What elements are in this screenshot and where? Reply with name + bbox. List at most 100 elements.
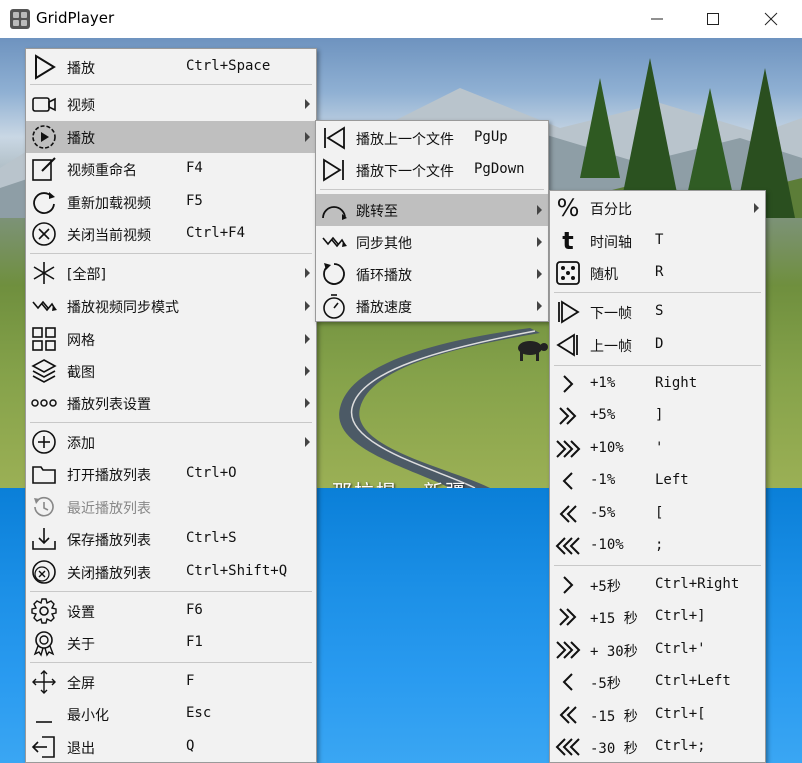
menu-item-playlist-settings[interactable]: 播放列表设置 (26, 387, 316, 419)
submenu-arrow-icon (754, 203, 759, 213)
menu-shortcut: Q (186, 738, 195, 754)
menu-label: -5秒 (590, 676, 621, 692)
menu-label: 播放下一个文件 (356, 164, 454, 180)
menu-item-next-frame[interactable]: 下一帧 S (550, 296, 765, 328)
menu-shortcut: PgDown (474, 161, 525, 177)
menu-shortcut: Ctrl+S (186, 530, 237, 546)
skip-next-icon (323, 158, 344, 182)
menu-label: 设置 (67, 605, 95, 621)
menu-item-reload-video[interactable]: 重新加载视频 F5 (26, 186, 316, 218)
menu-item-seek[interactable]: 跳转至 (316, 194, 548, 226)
menu-label: + 30秒 (590, 644, 638, 660)
menu-label: -30 秒 (590, 741, 638, 757)
menu-item-sync-others[interactable]: 同步其他 (316, 226, 548, 258)
letter-t-icon: t (562, 227, 574, 255)
menu-shortcut: F (186, 673, 195, 689)
maximize-window-button[interactable] (684, 0, 742, 38)
menu-item-seek-plus-1-percent[interactable]: +1% Right (550, 368, 765, 400)
menu-item-recent-playlists[interactable]: 最近播放列表 (26, 491, 316, 523)
menu-item-about[interactable]: 关于 F1 (26, 627, 316, 659)
menu-label: -5% (590, 505, 616, 521)
menu-shortcut: Esc (186, 705, 212, 721)
submenu-arrow-icon (537, 269, 542, 279)
menu-item-close-playlist[interactable]: 关闭播放列表 Ctrl+Shift+Q (26, 556, 316, 588)
submenu-arrow-icon (305, 99, 310, 109)
menu-item-seek-plus-5-sec[interactable]: +5秒 Ctrl+Right (550, 569, 765, 601)
submenu-arrow-icon (305, 334, 310, 344)
menu-label: 最小化 (67, 708, 109, 724)
menu-item-seek-minus-5-percent[interactable]: -5% [ (550, 498, 765, 530)
menu-item-close-video[interactable]: 关闭当前视频 Ctrl+F4 (26, 218, 316, 250)
menu-item-seek-minus-30-sec[interactable]: -30 秒 Ctrl+; (550, 731, 765, 763)
minimize-icon (651, 18, 663, 20)
grid-icon (32, 327, 56, 351)
submenu-arrow-icon (305, 301, 310, 311)
sync-arrows-icon (32, 300, 57, 312)
menu-label: 播放列表设置 (67, 397, 151, 413)
menu-item-screenshot[interactable]: 截图 (26, 355, 316, 387)
triple-chevron-left-icon (555, 537, 580, 555)
menu-item-exit[interactable]: 退出 Q (26, 731, 316, 763)
submenu-arrow-icon (305, 366, 310, 376)
menu-label: 退出 (67, 741, 95, 757)
menu-shortcut: ] (655, 407, 664, 423)
menu-label: -1% (590, 472, 616, 488)
separator (30, 422, 312, 423)
seek-arc-icon (322, 206, 347, 220)
menu-item-prev-frame[interactable]: 上一帧 D (550, 329, 765, 361)
menu-item-seek-percent[interactable]: % 百分比 (550, 192, 765, 224)
menu-label: 关闭播放列表 (67, 566, 151, 582)
main-context-menu: 播放 Ctrl+Space 视频 播放 视频重命名 F4 重新加载视频 F5 关… (25, 48, 317, 763)
menu-item-next-file[interactable]: 播放下一个文件 PgDown (316, 154, 548, 186)
menu-item-seek-plus-15-sec[interactable]: +15 秒 Ctrl+] (550, 601, 765, 633)
menu-item-seek-plus-10-percent[interactable]: +10% ' (550, 433, 765, 465)
close-playlist-icon (32, 560, 56, 584)
menu-item-rename-video[interactable]: 视频重命名 F4 (26, 153, 316, 185)
menu-item-seek-plus-5-percent[interactable]: +5% ] (550, 400, 765, 432)
minimize-window-button[interactable] (628, 0, 686, 38)
submenu-arrow-icon (537, 205, 542, 215)
menu-item-minimize[interactable]: 最小化 Esc (26, 698, 316, 730)
menu-shortcut: Ctrl+Shift+Q (186, 563, 288, 579)
menu-shortcut: D (655, 336, 664, 352)
submenu-arrow-icon (305, 437, 310, 447)
menu-item-open-playlist[interactable]: 打开播放列表 Ctrl+O (26, 458, 316, 490)
menu-item-play[interactable]: 播放 Ctrl+Space (26, 51, 316, 83)
menu-item-seek-minus-10-percent[interactable]: -10% ; (550, 530, 765, 562)
menu-item-fullscreen[interactable]: 全屏 F (26, 666, 316, 698)
triple-chevron-right-icon (556, 641, 581, 659)
menu-item-add[interactable]: 添加 (26, 426, 316, 458)
menu-item-speed[interactable]: 播放速度 (316, 290, 548, 322)
menu-item-seek-timeline[interactable]: t 时间轴 T (550, 225, 765, 257)
close-window-button[interactable] (742, 0, 800, 38)
history-icon (34, 496, 54, 517)
menu-item-seek-random[interactable]: 随机 R (550, 257, 765, 289)
menu-label: [全部] (67, 267, 106, 283)
menu-shortcut: PgUp (474, 129, 508, 145)
menu-item-save-playlist[interactable]: 保存播放列表 Ctrl+S (26, 523, 316, 555)
menu-item-seek-minus-5-sec[interactable]: -5秒 Ctrl+Left (550, 666, 765, 698)
menu-shortcut: Ctrl+' (655, 641, 706, 657)
menu-item-seek-minus-15-sec[interactable]: -15 秒 Ctrl+[ (550, 699, 765, 731)
separator (320, 189, 544, 190)
menu-item-settings[interactable]: 设置 F6 (26, 595, 316, 627)
menu-item-playback[interactable]: 播放 (26, 121, 316, 153)
menu-label: 网格 (67, 333, 95, 349)
menu-shortcut: Ctrl+Space (186, 58, 271, 74)
menu-label: 循环播放 (356, 268, 412, 284)
menu-shortcut: S (655, 303, 664, 319)
menu-item-grid[interactable]: 网格 (26, 323, 316, 355)
menu-item-seek-minus-1-percent[interactable]: -1% Left (550, 465, 765, 497)
menu-item-prev-file[interactable]: 播放上一个文件 PgUp (316, 122, 548, 154)
menu-item-video[interactable]: 视频 (26, 88, 316, 120)
menu-label: -15 秒 (590, 709, 638, 725)
menu-item-seek-plus-30-sec[interactable]: + 30秒 Ctrl+' (550, 634, 765, 666)
menu-shortcut: Ctrl+[ (655, 706, 706, 722)
menu-item-all[interactable]: [全部] (26, 257, 316, 289)
menu-label: 最近播放列表 (67, 501, 151, 517)
menu-item-sync-mode[interactable]: 播放视频同步模式 (26, 290, 316, 322)
menu-item-loop[interactable]: 循环播放 (316, 258, 548, 290)
separator (30, 84, 312, 85)
triple-chevron-right-icon (556, 440, 581, 458)
award-icon (33, 631, 55, 657)
